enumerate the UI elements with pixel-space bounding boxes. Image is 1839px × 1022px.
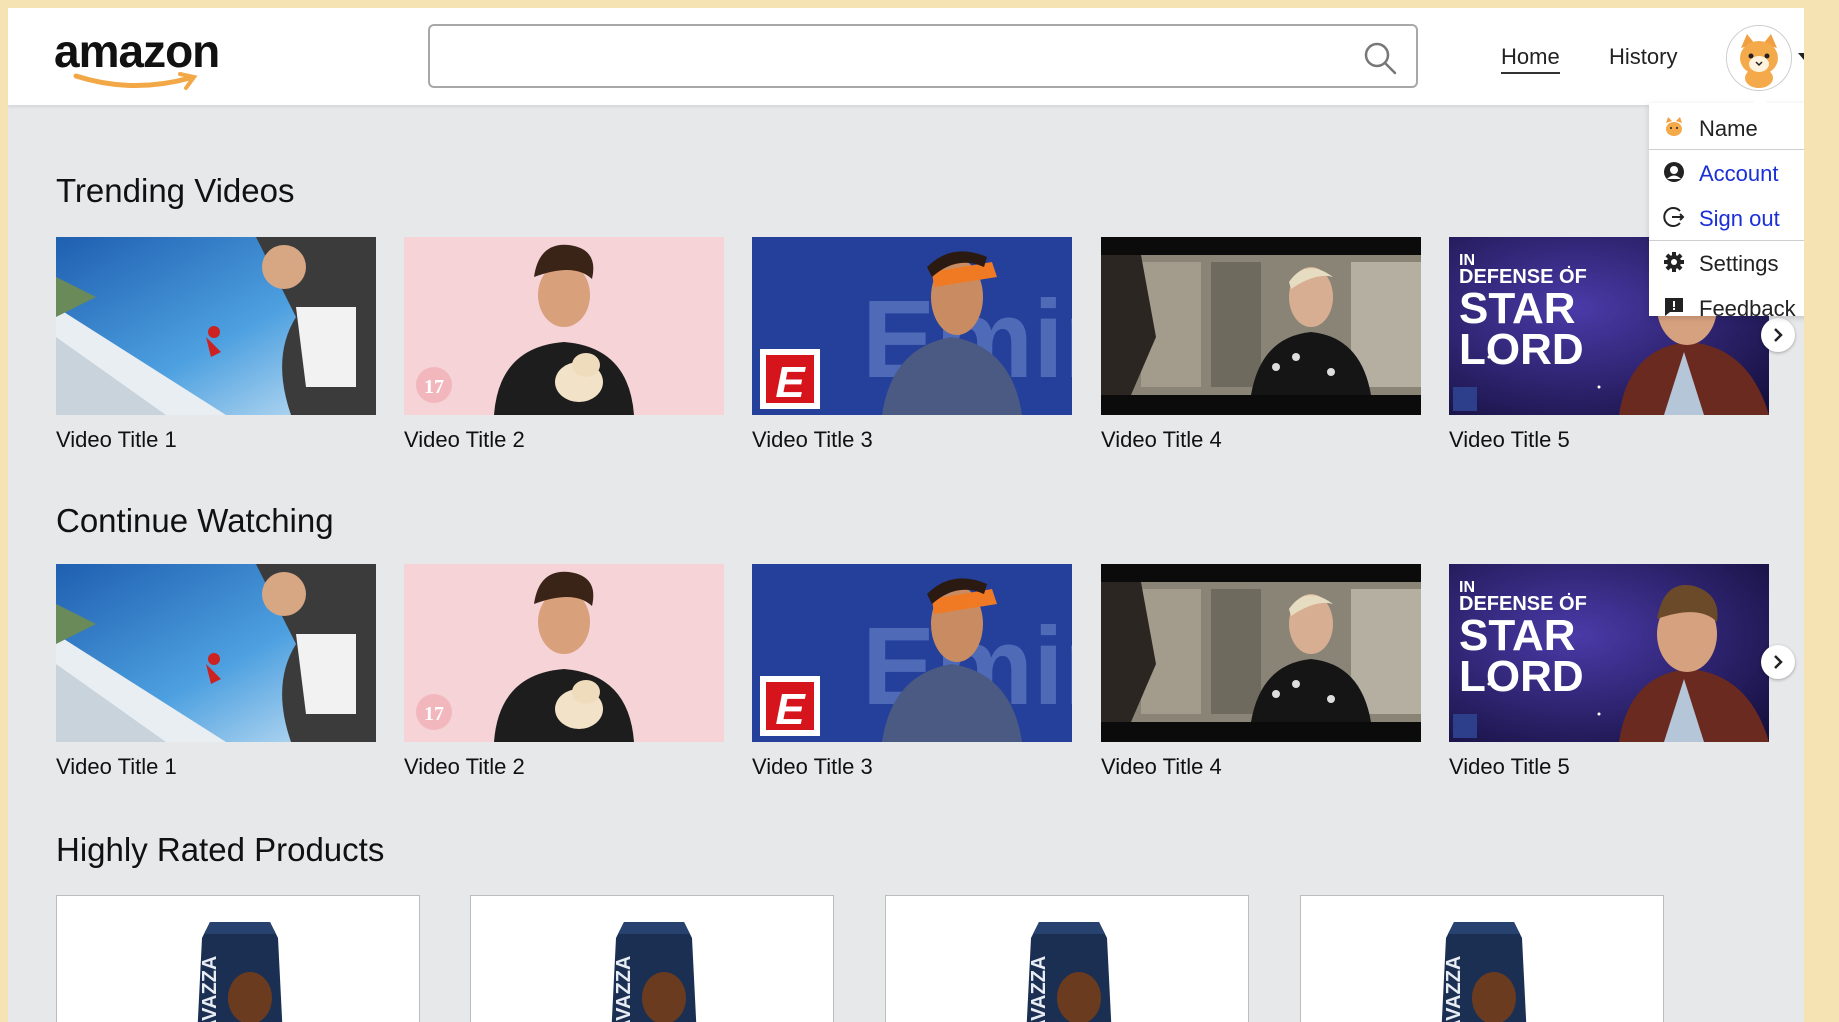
video-title[interactable]: Video Title 5: [1449, 427, 1570, 453]
coffee-bag-art: LAVAZZA: [611, 922, 697, 1022]
product-card[interactable]: LAVAZZA: [885, 895, 1249, 1022]
menu-item-account[interactable]: Account: [1649, 150, 1804, 194]
video-title[interactable]: Video Title 2: [404, 427, 525, 453]
badge-17-text: 17: [424, 703, 444, 725]
feedback-icon: [1665, 298, 1683, 316]
menu-item-label: Name: [1699, 116, 1758, 141]
video-thumbnail[interactable]: Emira E: [752, 564, 1072, 742]
search-icon: [1364, 42, 1397, 75]
video-thumbnail[interactable]: IN DEFENSE OF STAR LORD: [1449, 564, 1769, 742]
section-title-continue: Continue Watching: [56, 502, 334, 539]
logo-wordmark: amazon: [54, 25, 220, 77]
video-thumbnail[interactable]: 17: [404, 564, 724, 742]
cat-avatar-icon: [1727, 26, 1791, 90]
coffee-bag-art: LAVAZZA: [1441, 922, 1527, 1022]
user-icon: [1664, 162, 1684, 182]
video-title[interactable]: Video Title 5: [1449, 754, 1570, 780]
user-menu-dropdown: Name Account Sign out Settings Feedback: [1649, 95, 1804, 321]
coffee-bag-image: LAVAZZA: [1436, 918, 1532, 1022]
nav-home-link[interactable]: Home: [1501, 44, 1560, 74]
video-title[interactable]: Video Title 3: [752, 754, 873, 780]
menu-item-label: Settings: [1699, 251, 1779, 276]
menu-item-settings[interactable]: Settings: [1649, 240, 1804, 284]
video-thumbnail[interactable]: [56, 564, 376, 742]
product-card[interactable]: LAVAZZA: [1300, 895, 1664, 1022]
cat-face-icon: [1666, 117, 1682, 136]
starlord-text-4: LORD: [1459, 325, 1584, 374]
badge-17-text: 17: [424, 376, 444, 398]
section-title-trending: Trending Videos: [56, 172, 295, 209]
espn-logo-text: E: [775, 685, 806, 734]
bag-brand-text: LAVAZZA: [1028, 956, 1050, 1022]
video-title[interactable]: Video Title 4: [1101, 427, 1222, 453]
product-card[interactable]: LAVAZZA: [56, 895, 420, 1022]
starlord-text-4: LORD: [1459, 652, 1584, 701]
menu-item-label: Feedback: [1699, 296, 1796, 321]
dropdown-pointer: [1753, 95, 1767, 103]
amazon-logo[interactable]: amazon: [54, 24, 224, 94]
bag-brand-text: LAVAZZA: [199, 956, 221, 1022]
coffee-bag-image: LAVAZZA: [606, 918, 702, 1022]
video-thumbnail[interactable]: [1101, 237, 1421, 415]
sign-out-icon: [1663, 207, 1685, 227]
video-title[interactable]: Video Title 4: [1101, 754, 1222, 780]
page-frame: amazon Home History Name Account Sign ou…: [8, 8, 1804, 1022]
video-thumbnail[interactable]: [56, 237, 376, 415]
continue-next-button[interactable]: [1761, 645, 1795, 679]
avatar-dropdown-caret-icon[interactable]: [1798, 53, 1804, 60]
video-title[interactable]: Video Title 2: [404, 754, 525, 780]
logo-smile-icon: [73, 72, 198, 90]
menu-item-label: Sign out: [1699, 206, 1780, 231]
product-card[interactable]: LAVAZZA: [470, 895, 834, 1022]
bag-brand-text: LAVAZZA: [613, 956, 635, 1022]
top-header: amazon Home History: [8, 8, 1804, 105]
video-thumbnail[interactable]: 17: [404, 237, 724, 415]
bag-brand-text: LAVAZZA: [1443, 956, 1465, 1022]
coffee-bag-image: LAVAZZA: [1021, 918, 1117, 1022]
menu-item-label: Account: [1699, 161, 1779, 186]
video-title[interactable]: Video Title 1: [56, 754, 177, 780]
search-input[interactable]: [444, 36, 1348, 78]
chevron-right-icon: [1774, 655, 1783, 669]
coffee-bag-art: LAVAZZA: [1026, 922, 1112, 1022]
video-title[interactable]: Video Title 3: [752, 427, 873, 453]
video-thumbnail[interactable]: [1101, 564, 1421, 742]
search-box: [428, 24, 1418, 88]
video-title[interactable]: Video Title 1: [56, 427, 177, 453]
espn-logo-text: E: [775, 358, 806, 407]
menu-item-feedback[interactable]: Feedback: [1649, 285, 1804, 329]
coffee-bag-image: LAVAZZA: [192, 918, 288, 1022]
nav-history-link[interactable]: History: [1609, 44, 1677, 70]
menu-item-sign-out[interactable]: Sign out: [1649, 195, 1804, 239]
coffee-bag-art: LAVAZZA: [197, 922, 283, 1022]
section-title-products: Highly Rated Products: [56, 831, 385, 868]
menu-item-name[interactable]: Name: [1649, 105, 1804, 149]
gear-icon: [1664, 252, 1684, 272]
search-button[interactable]: [1362, 40, 1398, 76]
video-thumbnail[interactable]: Emira E: [752, 237, 1072, 415]
avatar[interactable]: [1726, 25, 1792, 91]
